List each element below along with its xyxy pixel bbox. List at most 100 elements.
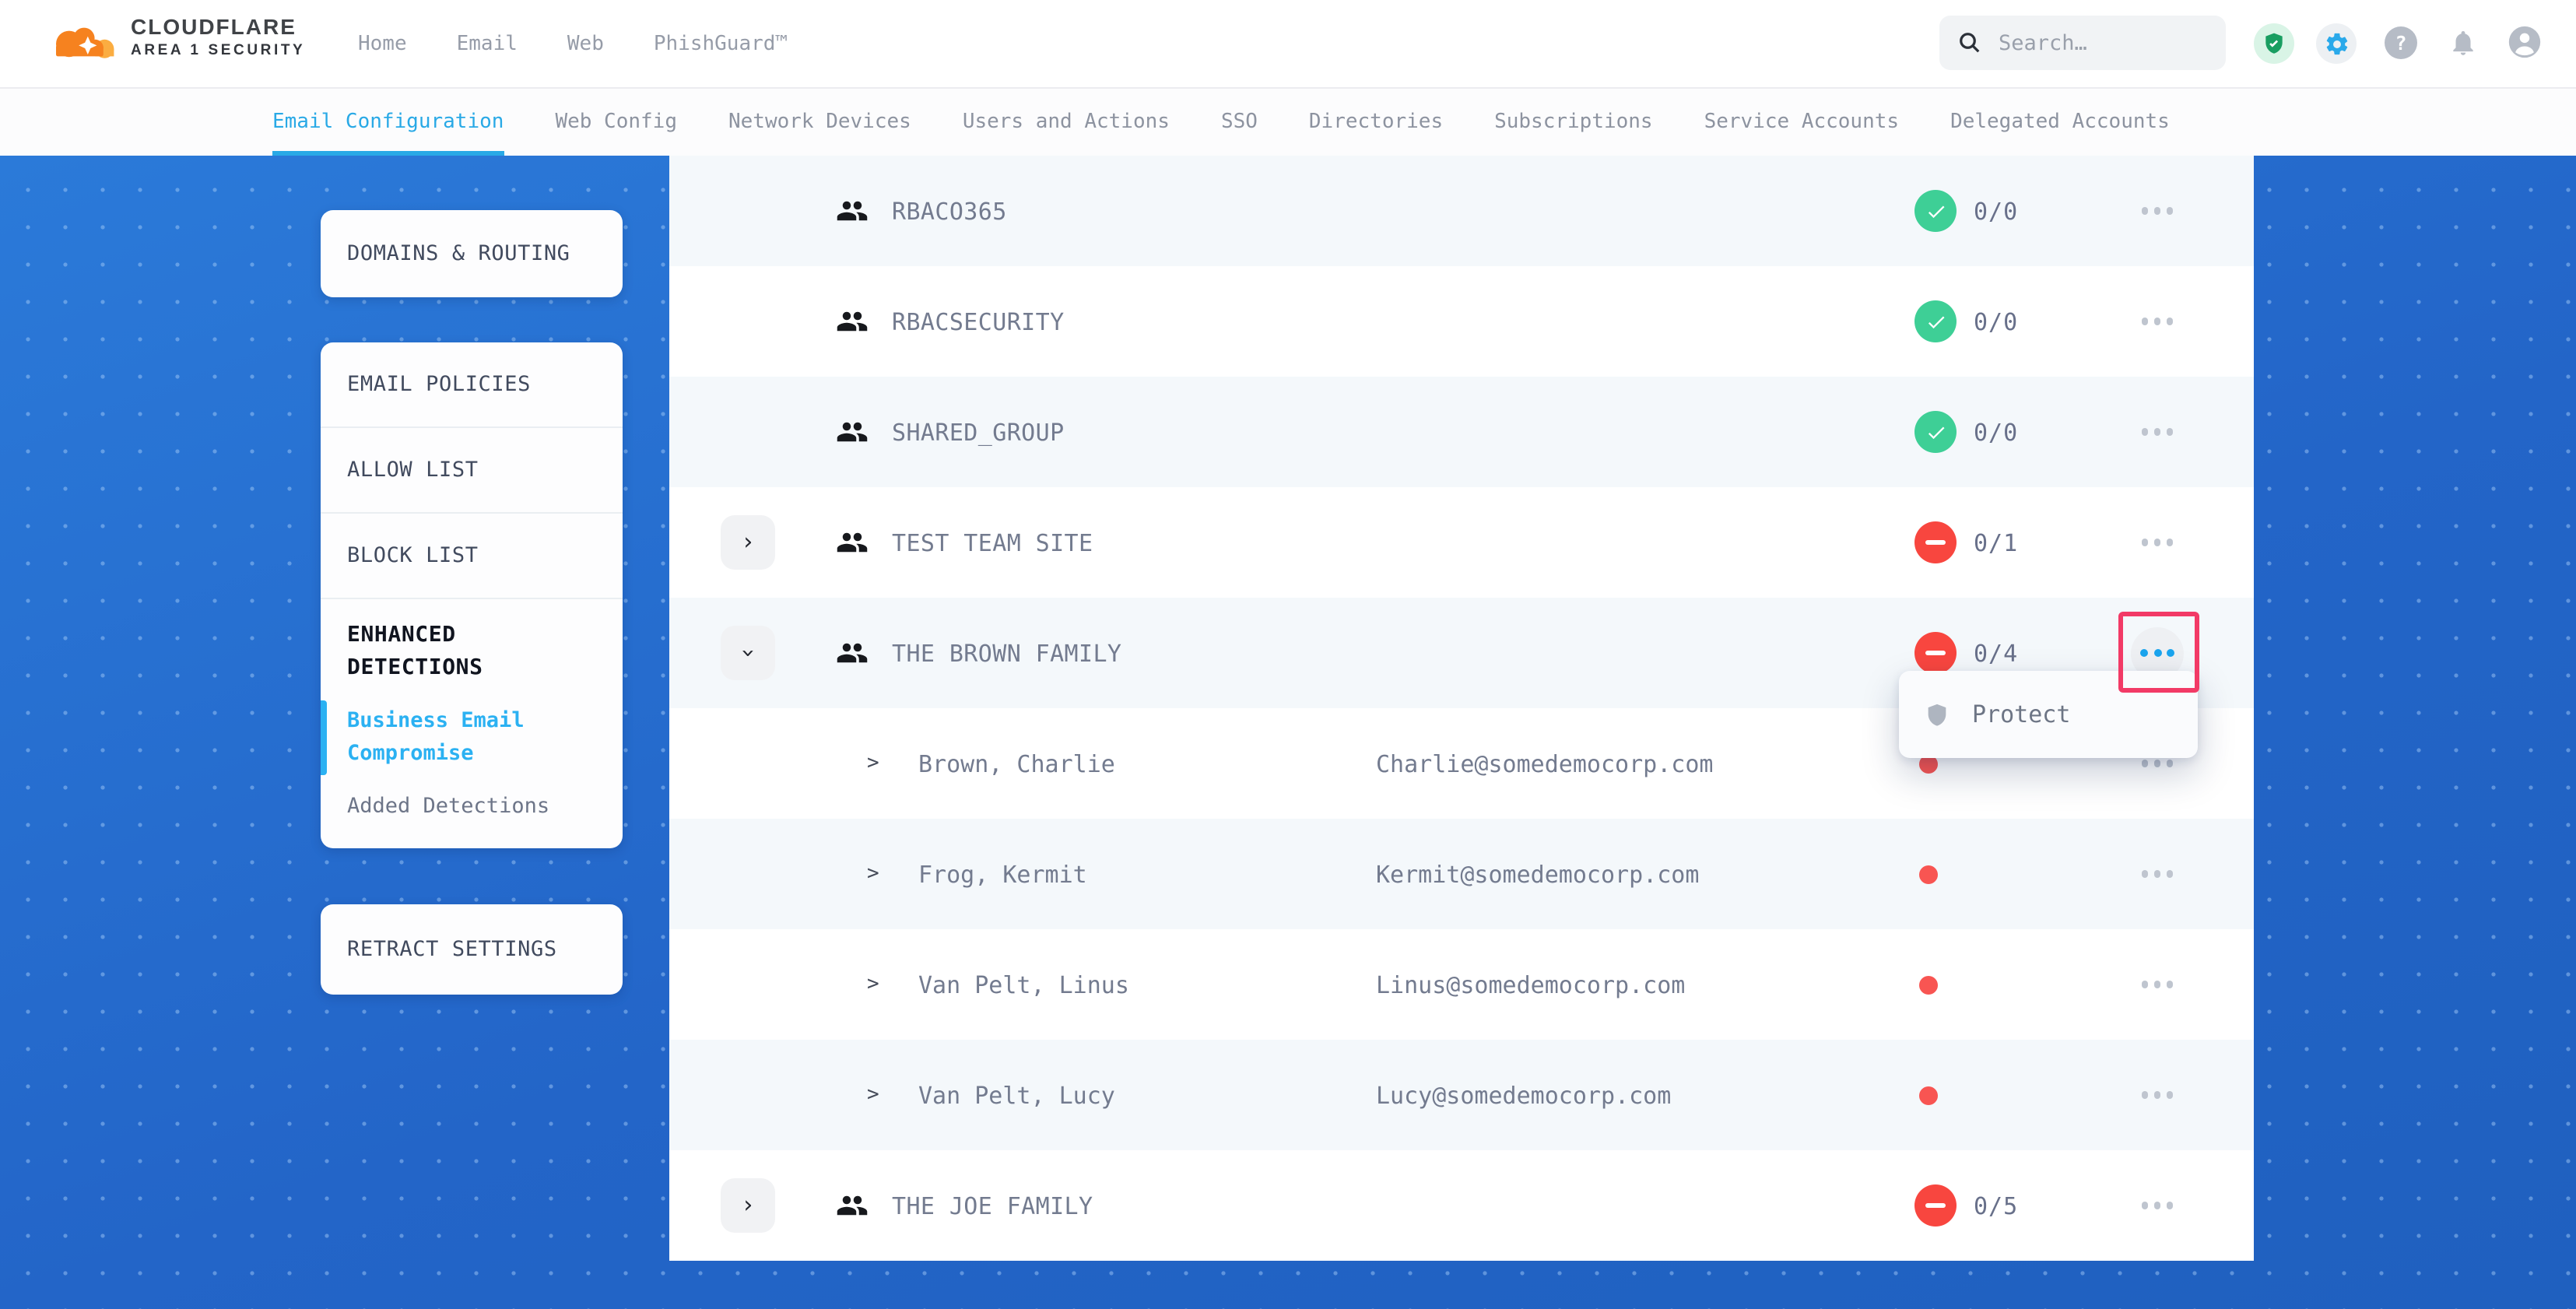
group-name: TEST TEAM SITE [892, 487, 1093, 598]
group-name: THE JOE FAMILY [892, 1150, 1093, 1261]
logo-home-link[interactable]: CLOUDFLARE AREA 1 SECURITY [47, 14, 305, 65]
sidebar-item-label: ALLOW LIST [347, 458, 479, 483]
table-row[interactable]: › THE JOE FAMILY 0/5 [669, 1150, 2254, 1261]
nav-item-home[interactable]: Home [358, 32, 407, 55]
chevron-right-icon[interactable]: > [867, 929, 879, 1040]
chevron-right-icon[interactable]: > [867, 819, 879, 929]
tab-service-accounts[interactable]: Service Accounts [1704, 87, 1899, 156]
shield-check-icon[interactable] [2254, 23, 2294, 64]
table-row[interactable]: RBACSECURITY0/0 [669, 266, 2254, 377]
active-indicator-bar [321, 700, 326, 775]
collapse-group-button[interactable]: › [721, 626, 775, 680]
expand-group-button[interactable]: › [721, 515, 775, 570]
status-badge-pass [1914, 411, 1957, 453]
chevron-right-icon[interactable]: > [867, 1040, 879, 1150]
status-dot-fail [1919, 975, 1938, 994]
sidebar-item-email-policies[interactable]: EMAIL POLICIES [321, 342, 623, 428]
row-menu-button[interactable] [2131, 405, 2184, 458]
protected-count: 0/1 [1974, 487, 2018, 598]
notifications-bell-icon[interactable] [2445, 25, 2479, 59]
sidebar-item-retract-settings[interactable]: RETRACT SETTINGS [321, 904, 623, 995]
member-name: Van Pelt, Lucy [918, 1040, 1115, 1150]
row-menu-button[interactable] [2131, 958, 2184, 1011]
app-viewport: CLOUDFLARE AREA 1 SECURITY Home Email Web P… [0, 0, 2576, 1309]
sidebar-item-label: Business Email Compromise [347, 708, 525, 766]
group-icon [836, 416, 869, 448]
annotation-highlight-box [2118, 612, 2199, 693]
menu-item-protect[interactable]: Protect [1972, 700, 2070, 728]
minus-icon [1925, 540, 1946, 546]
nav-item-web[interactable]: Web [567, 32, 604, 55]
search-icon [1958, 31, 1981, 54]
tab-directories[interactable]: Directories [1309, 87, 1443, 156]
protected-count: 0/0 [1974, 377, 2018, 487]
app-header: CLOUDFLARE AREA 1 SECURITY Home Email Web P… [0, 0, 2576, 89]
row-menu-button[interactable] [2131, 848, 2184, 900]
expand-group-button[interactable]: › [721, 1178, 775, 1233]
top-nav: Home Email Web PhishGuard™ [358, 0, 788, 87]
sidebar-item-allow-list[interactable]: ALLOW LIST [321, 428, 623, 514]
row-menu-button[interactable] [2131, 1179, 2184, 1232]
sidebar-section-enhanced-detections: ENHANCED DETECTIONS Business Email Compr… [321, 599, 623, 848]
member-name: Van Pelt, Linus [918, 929, 1129, 1040]
table-row[interactable]: › TEST TEAM SITE 0/1 [669, 487, 2254, 598]
protected-count: 0/5 [1974, 1150, 2018, 1261]
row-menu-button[interactable] [2131, 184, 2184, 237]
logo-brand-text: CLOUDFLARE [131, 14, 305, 40]
section-tabs: Email Configuration Web Config Network Dev… [0, 87, 2576, 156]
table-row[interactable]: > Van Pelt, Linus Linus@somedemocorp.com [669, 929, 2254, 1040]
chevron-right-icon[interactable]: > [867, 708, 879, 819]
settings-gear-icon[interactable] [2316, 23, 2357, 64]
group-name: RBACO365 [892, 156, 1007, 266]
sidebar-item-business-email-compromise[interactable]: Business Email Compromise [347, 705, 596, 770]
logo-sub-text: AREA 1 SECURITY [131, 42, 305, 59]
nav-item-phishguard[interactable]: PhishGuard™ [654, 32, 788, 55]
group-icon [836, 305, 869, 338]
tab-web-config[interactable]: Web Config [555, 87, 677, 156]
status-badge-fail [1914, 1184, 1957, 1227]
sidebar-item-enhanced-detections[interactable]: ENHANCED DETECTIONS [347, 619, 596, 685]
cloudflare-cloud-icon [47, 19, 121, 65]
tab-subscriptions[interactable]: Subscriptions [1494, 87, 1653, 156]
sidebar-policies-card: EMAIL POLICIES ALLOW LIST BLOCK LIST ENH… [321, 342, 623, 848]
sidebar-item-label: DOMAINS & ROUTING [347, 241, 570, 266]
sidebar-item-block-list[interactable]: BLOCK LIST [321, 514, 623, 599]
protected-count: 0/0 [1974, 156, 2018, 266]
member-email: Linus@somedemocorp.com [1376, 929, 1685, 1040]
sidebar-item-label: RETRACT SETTINGS [347, 937, 557, 962]
tab-sso[interactable]: SSO [1221, 87, 1258, 156]
row-menu-button[interactable] [2131, 1069, 2184, 1121]
minus-icon [1925, 1203, 1946, 1209]
account-icon[interactable] [2508, 25, 2542, 59]
groups-table: RBACO365 0/0RBACSECURITY0/0SHARED_GROUP 0/… [669, 156, 2254, 1261]
sidebar-item-domains-routing[interactable]: DOMAINS & ROUTING [321, 210, 623, 297]
nav-item-email[interactable]: Email [457, 32, 518, 55]
chevron-right-icon: › [741, 531, 755, 554]
status-badge-fail [1914, 521, 1957, 563]
row-menu-button[interactable] [2131, 516, 2184, 569]
search-box[interactable] [1939, 16, 2226, 70]
sidebar-item-label: EMAIL POLICIES [347, 372, 531, 397]
member-email: Lucy@somedemocorp.com [1376, 1040, 1671, 1150]
row-menu-button[interactable] [2131, 295, 2184, 348]
status-dot-fail [1919, 1086, 1938, 1104]
group-icon [836, 637, 869, 669]
tab-email-configuration[interactable]: Email Configuration [272, 87, 504, 156]
table-row[interactable]: > Van Pelt, Lucy Lucy@somedemocorp.com [669, 1040, 2254, 1150]
tab-delegated-accounts[interactable]: Delegated Accounts [1950, 87, 2170, 156]
group-icon [836, 1189, 869, 1222]
member-name: Frog, Kermit [918, 819, 1087, 929]
help-icon[interactable]: ? [2385, 26, 2417, 59]
search-input[interactable] [1995, 29, 2207, 57]
tab-users-and-actions[interactable]: Users and Actions [963, 87, 1170, 156]
tab-network-devices[interactable]: Network Devices [728, 87, 911, 156]
status-dot-fail [1919, 865, 1938, 883]
sidebar-item-added-detections[interactable]: Added Detections [347, 794, 596, 819]
chevron-down-icon: › [736, 646, 760, 660]
table-row[interactable]: SHARED_GROUP 0/0 [669, 377, 2254, 487]
table-row[interactable]: >Frog, KermitKermit@somedemocorp.com [669, 819, 2254, 929]
group-name: SHARED_GROUP [892, 377, 1065, 487]
group-icon [836, 195, 869, 227]
member-name: Brown, Charlie [918, 708, 1115, 819]
table-row[interactable]: RBACO365 0/0 [669, 156, 2254, 266]
